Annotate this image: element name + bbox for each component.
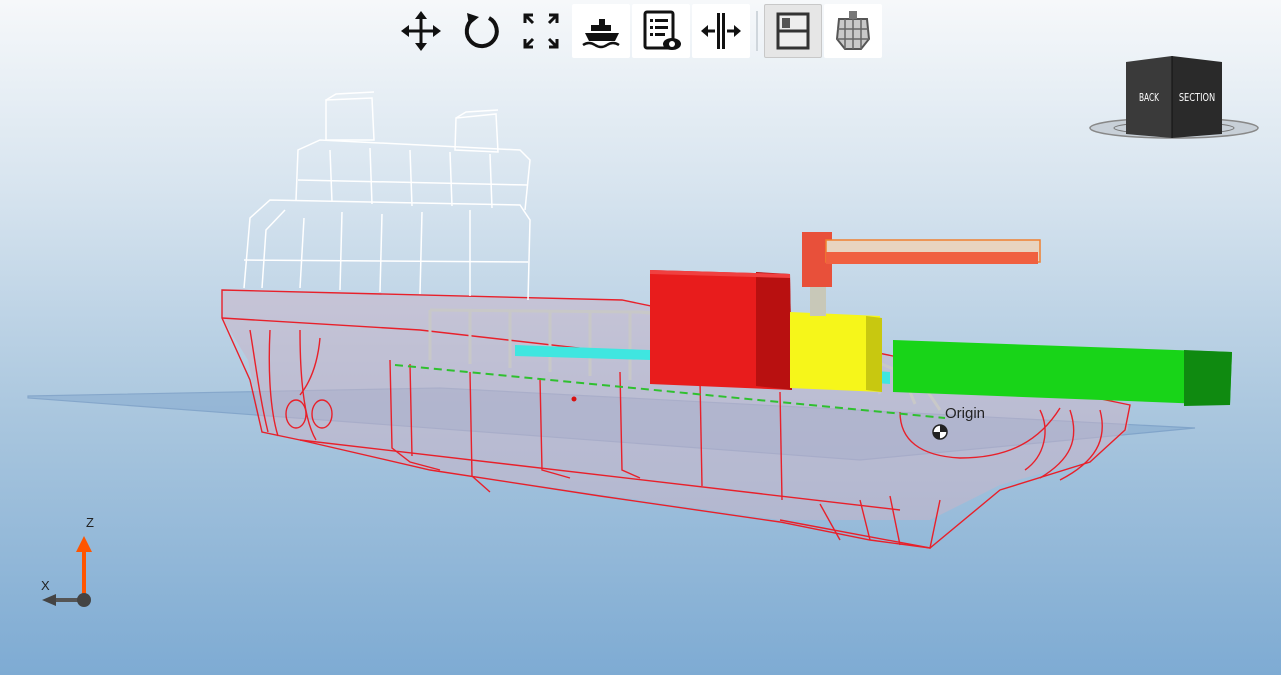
vessel-view-button[interactable] bbox=[572, 4, 630, 58]
view-cube-section-face[interactable]: SECTION bbox=[1178, 91, 1216, 104]
shell-view-button[interactable] bbox=[824, 4, 882, 58]
hull-shell-icon bbox=[835, 11, 871, 50]
split-view-button[interactable] bbox=[764, 4, 822, 58]
view-cube-back-face[interactable]: BACK bbox=[1133, 91, 1165, 104]
fit-view-button[interactable] bbox=[512, 4, 570, 58]
rotate-button[interactable] bbox=[452, 4, 510, 58]
expand-corners-icon bbox=[523, 13, 559, 49]
viewer-toolbar bbox=[392, 4, 882, 58]
cog-point bbox=[571, 396, 577, 402]
document-eye-icon bbox=[643, 10, 681, 50]
axis-triad bbox=[42, 536, 92, 607]
split-panel-icon bbox=[776, 12, 810, 50]
rotate-icon bbox=[464, 13, 499, 49]
cargo-red-box bbox=[650, 270, 792, 390]
pan-button[interactable] bbox=[392, 4, 450, 58]
cargo-yellow-box bbox=[790, 312, 882, 392]
crane bbox=[802, 232, 1041, 316]
axis-z-label: Z bbox=[86, 515, 94, 530]
superstructure-wireframe bbox=[243, 91, 531, 301]
origin-label: Origin bbox=[945, 405, 986, 422]
move-arrows-icon bbox=[401, 11, 441, 51]
toolbar-separator bbox=[756, 11, 758, 51]
report-view-button[interactable] bbox=[632, 4, 690, 58]
origin-marker[interactable] bbox=[932, 424, 948, 440]
axis-x-label: X bbox=[41, 578, 50, 593]
section-cut-button[interactable] bbox=[692, 4, 750, 58]
ship-icon bbox=[582, 19, 620, 49]
section-split-icon bbox=[701, 13, 741, 49]
view-cube[interactable] bbox=[1088, 52, 1260, 148]
